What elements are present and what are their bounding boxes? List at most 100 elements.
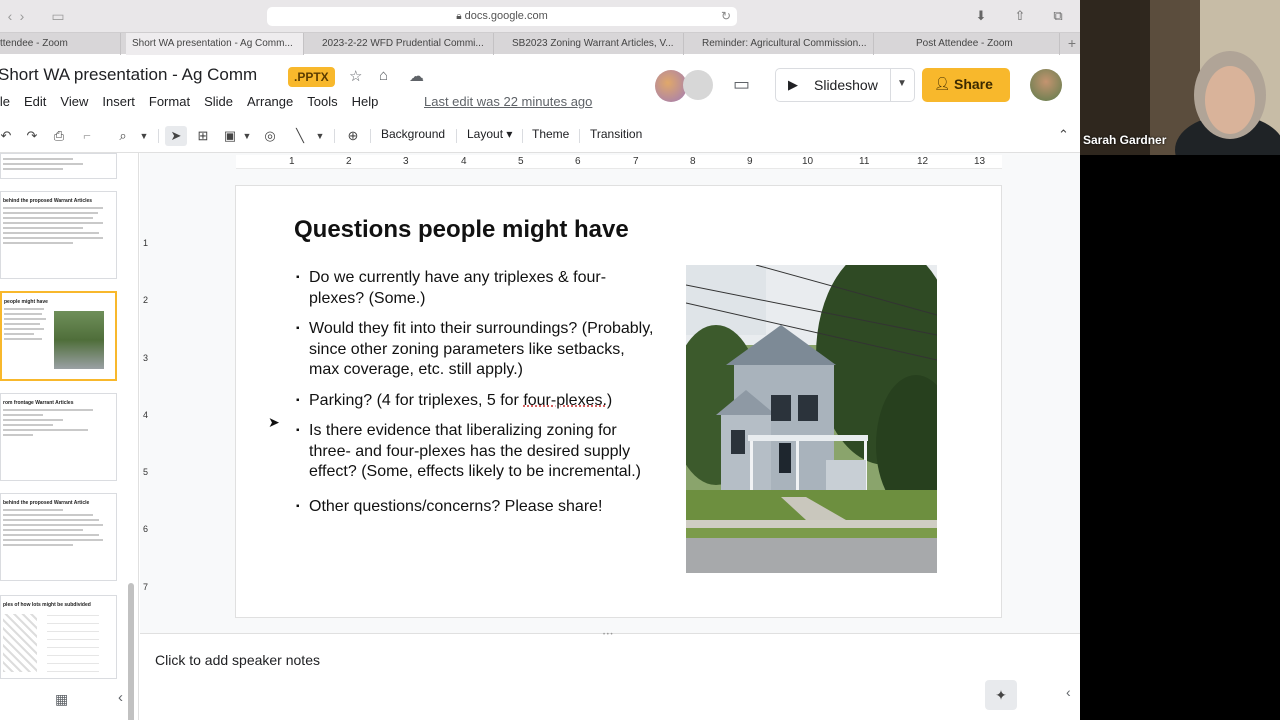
move-folder-icon[interactable]: ⌂ — [379, 67, 388, 84]
slide-thumbnail-selected[interactable]: people might have — [0, 291, 117, 381]
divider — [334, 129, 335, 143]
tab-overview-icon[interactable]: ⧉ — [1050, 8, 1066, 24]
slideshow-label: Slideshow — [814, 77, 878, 93]
slideshow-button[interactable]: ▶ Slideshow ▼ — [775, 68, 915, 102]
menu-view[interactable]: View — [60, 94, 88, 109]
ruler-tick: 8 — [690, 156, 696, 167]
menu-edit[interactable]: Edit — [24, 94, 46, 109]
share-sheet-icon[interactable]: ⇧ — [1012, 8, 1028, 24]
sidebar-toggle-icon[interactable]: ▭ — [48, 7, 68, 25]
undo-icon[interactable]: ↶ — [0, 126, 14, 146]
menu-file[interactable]: ile — [0, 94, 10, 109]
slide-filmstrip: behind the proposed Warrant Articles peo… — [0, 153, 139, 720]
ruler-tick: 1 — [289, 156, 295, 167]
divider — [890, 69, 891, 101]
divider — [370, 129, 371, 143]
line-icon[interactable]: ╲ — [290, 126, 310, 146]
ruler-tick: 9 — [747, 156, 753, 167]
slide-thumbnail[interactable]: ples of how lots might be subdivided — [0, 595, 117, 679]
chevron-left-icon[interactable]: ‹ — [118, 689, 123, 706]
horizontal-ruler: 1 2 3 4 5 6 7 8 9 10 11 12 13 — [236, 155, 1002, 169]
comment-history-icon[interactable]: ▭ — [733, 74, 750, 95]
background-button[interactable]: Background — [381, 127, 445, 141]
ruler-tick: 12 — [917, 156, 929, 167]
chevron-down-icon[interactable]: ▼ — [138, 126, 150, 146]
menu-help[interactable]: Help — [352, 94, 379, 109]
bullet-text: ) — [606, 391, 613, 409]
menu-arrange[interactable]: Arrange — [247, 94, 293, 109]
lock-icon: 🔒︎ — [456, 11, 462, 22]
filmstrip-scrollbar[interactable] — [128, 583, 134, 720]
slide-title[interactable]: Questions people might have — [294, 216, 629, 244]
collapse-toolbar-icon[interactable]: ⌃ — [1058, 127, 1069, 143]
ruler-tick: 7 — [633, 156, 639, 167]
bullet-item: Do we currently have any triplexes & fou… — [296, 268, 656, 309]
current-slide[interactable]: Questions people might have Do we curren… — [236, 186, 1001, 617]
redo-icon[interactable]: ↷ — [24, 126, 40, 146]
text-box-icon[interactable]: ⊞ — [193, 126, 213, 146]
slide-thumbnail[interactable]: behind the proposed Warrant Article — [0, 493, 117, 581]
reload-icon[interactable]: ↻ — [721, 7, 731, 26]
divider — [522, 129, 523, 143]
browser-tab[interactable]: ttendee - Zoom — [0, 33, 121, 55]
chevron-left-icon[interactable]: ‹ — [1066, 684, 1071, 700]
bullet-item: Parking? (4 for triplexes, 5 for four-pl… — [296, 391, 656, 412]
new-tab-plus-icon[interactable]: + — [1068, 35, 1076, 51]
menu-tools[interactable]: Tools — [307, 94, 337, 109]
slide-bullet-list[interactable]: Do we currently have any triplexes & fou… — [296, 268, 656, 527]
chevron-down-icon[interactable]: ▼ — [314, 126, 326, 146]
paint-format-icon[interactable]: ⌐ — [78, 126, 96, 146]
participant-name: Sarah Gardner — [1083, 133, 1167, 147]
forward-arrow-icon[interactable]: › — [12, 7, 32, 25]
browser-tab[interactable]: Reminder: Agricultural Commission... — [696, 33, 874, 55]
address-bar[interactable]: 🔒︎ docs.google.com ↻ — [267, 7, 737, 26]
divider — [579, 129, 580, 143]
zoom-icon[interactable]: ⌕ — [114, 126, 132, 146]
download-icon[interactable]: ⬇ — [973, 8, 989, 24]
browser-tab[interactable]: Post Attendee - Zoom — [910, 33, 1060, 55]
person-icon: 👤︎ — [934, 76, 951, 91]
chevron-down-icon[interactable]: ▼ — [897, 78, 907, 89]
collaborator-avatar[interactable] — [683, 70, 713, 100]
ruler-tick: 6 — [143, 524, 149, 534]
slide-thumbnail[interactable] — [0, 153, 117, 179]
cloud-status-icon[interactable]: ☁ — [409, 67, 424, 85]
ruler-tick: 10 — [802, 156, 814, 167]
explore-sparkle-icon[interactable]: ✦ — [985, 680, 1017, 710]
image-icon[interactable]: ▣ — [220, 126, 240, 146]
document-title[interactable]: Short WA presentation - Ag Comm — [0, 65, 257, 85]
house-photo[interactable] — [686, 265, 937, 573]
share-button[interactable]: 👤︎ Share — [922, 68, 1010, 102]
add-comment-icon[interactable]: ⊕ — [343, 126, 363, 146]
slide-thumbnail[interactable]: rom frontage Warrant Articles — [0, 393, 117, 481]
select-cursor-icon[interactable]: ➤ — [165, 126, 187, 146]
browser-tab-active[interactable]: Short WA presentation - Ag Comm... — [126, 33, 304, 55]
menu-format[interactable]: Format — [149, 94, 190, 109]
bullet-text: Parking? (4 for triplexes, 5 for — [309, 391, 524, 409]
ruler-tick: 3 — [143, 353, 149, 363]
print-icon[interactable]: ⎙ — [50, 126, 68, 146]
browser-tab[interactable]: SB2023 Zoning Warrant Articles, V... — [506, 33, 684, 55]
slide-thumbnail[interactable]: behind the proposed Warrant Articles — [0, 191, 117, 279]
speaker-notes-field[interactable]: Click to add speaker notes — [155, 652, 320, 668]
resize-handle-icon[interactable]: • • • — [603, 632, 613, 638]
star-icon[interactable]: ☆ — [349, 67, 362, 85]
participant-video[interactable]: Sarah Gardner — [1080, 0, 1280, 155]
ruler-tick: 2 — [346, 156, 352, 167]
transition-button[interactable]: Transition — [590, 127, 642, 141]
thumbnail-title: behind the proposed Warrant Articles — [3, 198, 93, 204]
menu-bar: ile Edit View Insert Format Slide Arrange Tools… — [0, 94, 392, 112]
chevron-down-icon[interactable]: ▼ — [241, 126, 253, 146]
account-avatar[interactable] — [1030, 69, 1062, 101]
grid-view-icon[interactable]: ▦ — [55, 691, 68, 708]
ruler-tick: 13 — [974, 156, 986, 167]
shape-icon[interactable]: ◎ — [260, 126, 280, 146]
layout-button[interactable]: Layout ▾ — [467, 127, 512, 141]
last-edit-link[interactable]: Last edit was 22 minutes ago — [424, 94, 592, 109]
browser-tab[interactable]: 2023-2-22 WFD Prudential Commi... — [316, 33, 494, 55]
menu-slide[interactable]: Slide — [204, 94, 233, 109]
theme-button[interactable]: Theme — [532, 127, 569, 141]
menu-insert[interactable]: Insert — [102, 94, 135, 109]
present-icon: ▶ — [788, 77, 798, 92]
ruler-tick: 4 — [143, 410, 149, 420]
